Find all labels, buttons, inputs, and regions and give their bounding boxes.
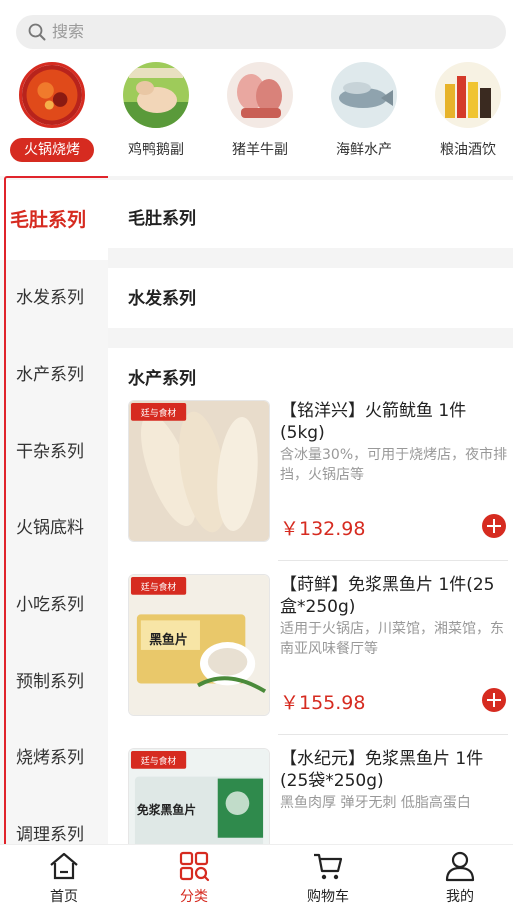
- seafood-image: [331, 62, 397, 128]
- top-category-label: 鸡鸭鹅副: [128, 142, 184, 158]
- tab-home[interactable]: 首页: [0, 845, 128, 906]
- add-to-cart-button[interactable]: [482, 688, 506, 712]
- product-list-panel: 毛肚系列 水发系列 水产系列 廷与食材 【铭洋兴】火箭鱿鱼 1件(5kg) 含冰…: [108, 176, 513, 844]
- sidebar-item-hotpot-base[interactable]: 火锅底料: [0, 490, 108, 567]
- top-category-seafood[interactable]: 海鲜水产: [314, 60, 414, 176]
- tab-category[interactable]: 分类: [130, 845, 258, 906]
- product-divider: [278, 734, 508, 735]
- sidebar-item-shuifa[interactable]: 水发系列: [0, 260, 108, 337]
- poultry-image: [123, 62, 189, 128]
- bottom-tab-bar: 首页 分类 购物车 我的: [0, 844, 513, 905]
- package-text: 黑鱼片: [149, 632, 187, 648]
- product-card[interactable]: 廷与食材 【铭洋兴】火箭鱿鱼 1件(5kg) 含冰量30%，可用于烧烤店，夜市排…: [128, 400, 508, 550]
- product-name: 【莳鲜】免浆黑鱼片 1件(25盒*250g): [280, 575, 495, 617]
- section-shuichan: 水产系列 廷与食材 【铭洋兴】火箭鱿鱼 1件(5kg) 含冰量30%，可用于烧烤…: [108, 348, 513, 844]
- cart-icon: [314, 853, 343, 880]
- tab-label: 分类: [180, 889, 208, 905]
- package-text: 免浆黑鱼片: [137, 803, 196, 817]
- tab-cart[interactable]: 购物车: [264, 845, 392, 906]
- product-divider: [278, 560, 508, 561]
- product-image-squid: 廷与食材: [128, 400, 270, 542]
- sidebar-item-tiaoli[interactable]: 调理系列: [0, 797, 108, 844]
- category-sidebar: 毛肚系列 水发系列 水产系列 干杂系列 火锅底料 小吃系列 预制系列 烧烤系列 …: [0, 176, 108, 844]
- sidebar-item-xiaochi[interactable]: 小吃系列: [0, 567, 108, 644]
- category-icon: [179, 851, 210, 882]
- search-icon: [28, 23, 46, 41]
- product-name: 【水纪元】免浆黑鱼片 1件(25袋*250g): [280, 749, 484, 791]
- top-category-hotpot[interactable]: 火锅烧烤: [2, 60, 102, 176]
- product-price: ￥132.98: [280, 518, 366, 540]
- product-badge: 廷与食材: [141, 581, 177, 593]
- product-desc: 含冰量30%，可用于烧烤店，夜市排挡，火锅店等: [280, 447, 508, 483]
- add-to-cart-button[interactable]: [482, 514, 506, 538]
- top-category-label: 火锅烧烤: [10, 138, 94, 162]
- search-bar-area: 搜索: [0, 0, 513, 60]
- grain-oil-image: [435, 62, 501, 128]
- product-name: 【铭洋兴】火箭鱿鱼 1件(5kg): [280, 401, 467, 443]
- product-price: ￥155.98: [280, 692, 366, 714]
- tab-label: 我的: [446, 889, 474, 905]
- top-category-poultry[interactable]: 鸡鸭鹅副: [106, 60, 206, 176]
- top-category-label: 海鲜水产: [336, 142, 392, 158]
- top-category-grain-oil[interactable]: 粮油酒饮: [418, 60, 513, 176]
- tab-label: 购物车: [307, 889, 349, 905]
- sidebar-item-yuzhi[interactable]: 预制系列: [0, 644, 108, 721]
- tab-label: 首页: [50, 889, 78, 905]
- top-category-label: 粮油酒饮: [440, 142, 496, 158]
- product-desc: 黑鱼肉厚 弹牙无刺 低脂高蛋白: [280, 795, 471, 811]
- section-shuifa: 水发系列: [108, 268, 513, 328]
- product-image-fish-slice: 黑鱼片 廷与食材: [128, 574, 270, 716]
- tab-me[interactable]: 我的: [396, 845, 513, 906]
- top-category-meat[interactable]: 猪羊牛副: [210, 60, 310, 176]
- product-card[interactable]: 黑鱼片 廷与食材 【莳鲜】免浆黑鱼片 1件(25盒*250g) 适用于火锅店，川…: [128, 574, 508, 724]
- section-title: 毛肚系列: [128, 209, 196, 229]
- product-card[interactable]: 免浆黑鱼片 廷与食材 【水纪元】免浆黑鱼片 1件(25袋*250g) 黑鱼肉厚 …: [128, 748, 508, 844]
- home-icon: [50, 852, 78, 880]
- product-badge: 廷与食材: [141, 407, 177, 419]
- sidebar-item-maodu[interactable]: 毛肚系列: [0, 180, 108, 260]
- user-icon: [445, 851, 475, 882]
- top-category-label: 猪羊牛副: [232, 142, 288, 158]
- product-image-fish-slice-bag: 免浆黑鱼片 廷与食材: [128, 748, 270, 844]
- sidebar-item-shuichan[interactable]: 水产系列: [0, 337, 108, 414]
- meat-image: [227, 62, 293, 128]
- search-input[interactable]: 搜索: [16, 15, 506, 49]
- search-placeholder: 搜索: [52, 22, 85, 41]
- product-badge: 廷与食材: [141, 755, 177, 767]
- section-title: 水产系列: [128, 369, 196, 389]
- product-desc: 适用于火锅店，川菜馆，湘菜馆，东南亚风味餐厅等: [280, 621, 504, 657]
- top-category-row: 火锅烧烤 鸡鸭鹅副 猪羊牛副 海鲜水产 粮油酒饮: [0, 60, 513, 176]
- sidebar-item-shaokao[interactable]: 烧烤系列: [0, 720, 108, 797]
- section-maodu: 毛肚系列: [108, 180, 513, 248]
- section-title: 水发系列: [128, 289, 196, 309]
- sidebar-item-ganza[interactable]: 干杂系列: [0, 414, 108, 491]
- hotpot-image: [19, 62, 85, 128]
